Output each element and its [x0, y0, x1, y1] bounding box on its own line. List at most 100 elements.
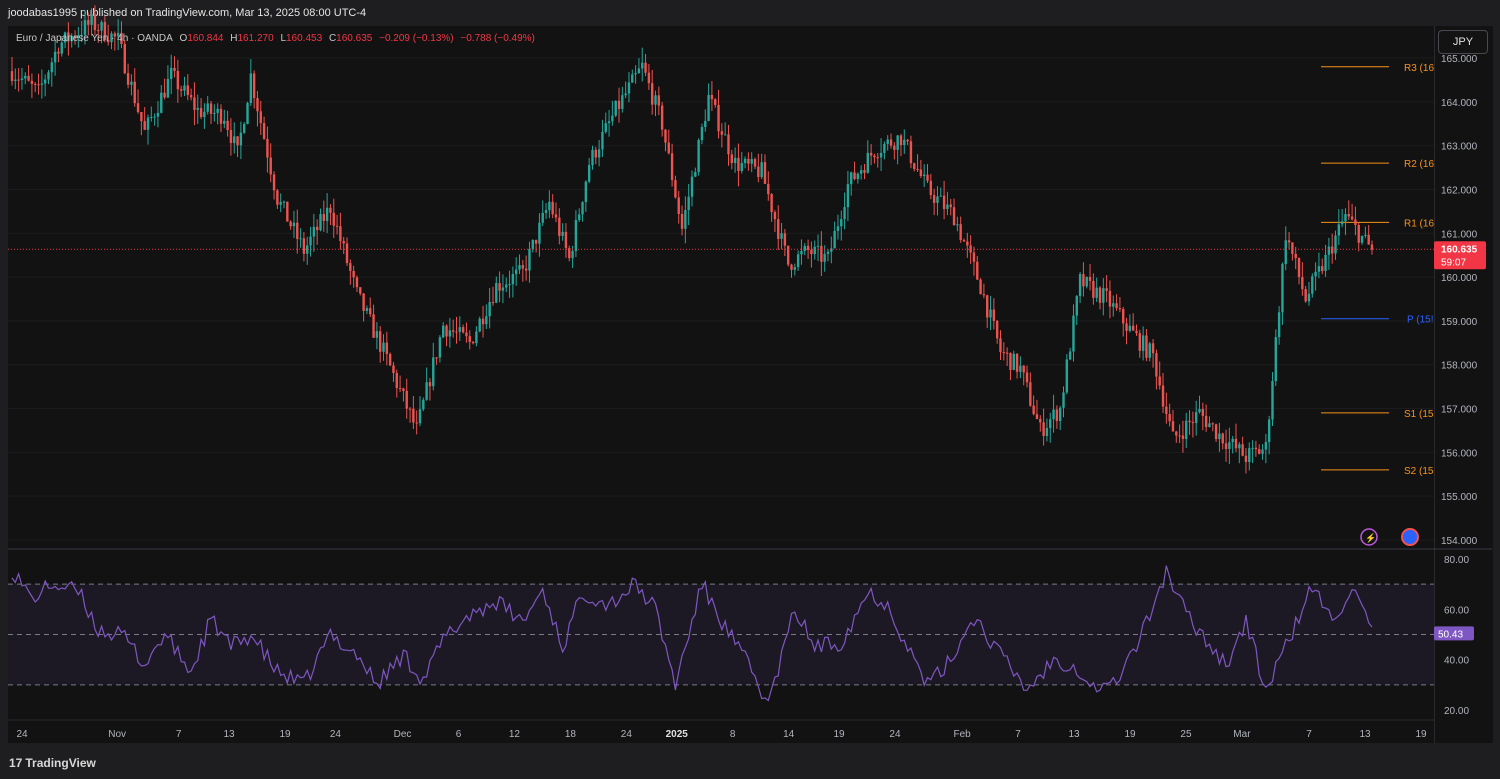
candle-body: [153, 116, 156, 118]
candle-body: [319, 214, 322, 231]
candle-body: [528, 248, 531, 271]
candle-body: [186, 85, 190, 96]
candle-body: [160, 92, 163, 113]
candle-body: [670, 153, 674, 181]
candle-body: [1304, 289, 1307, 302]
candle-body: [650, 83, 654, 105]
candle-body: [1085, 276, 1088, 287]
candle-body: [952, 207, 956, 226]
candle-body: [1291, 242, 1294, 254]
candle-body: [1175, 431, 1178, 436]
candle-body: [1218, 433, 1221, 440]
candle-body: [458, 327, 462, 332]
rsi-tick-label: 40.00: [1444, 656, 1469, 667]
currency-button[interactable]: JPY: [1438, 30, 1488, 54]
pivot-label-r3: R3 (16: [1404, 63, 1434, 74]
candle-body: [1062, 392, 1065, 408]
candle-body: [723, 134, 727, 136]
candle-body: [939, 195, 942, 197]
candle-body: [514, 269, 518, 275]
candle-body: [740, 163, 743, 172]
time-tick-label: 19: [1415, 729, 1427, 740]
candle-body: [1248, 448, 1251, 463]
candle-body: [146, 117, 150, 130]
candle-body: [743, 158, 747, 164]
candle-body: [170, 67, 173, 79]
candle-body: [1307, 293, 1311, 302]
candle-body: [733, 157, 737, 164]
candle-body: [1098, 287, 1102, 303]
candle-body: [757, 166, 760, 178]
candle-body: [717, 104, 720, 132]
candle-body: [1208, 423, 1211, 427]
candle-body: [485, 316, 488, 325]
candle-body: [1168, 413, 1171, 422]
candle-body: [1238, 444, 1241, 449]
candle-body: [1118, 308, 1122, 310]
candle-body: [680, 213, 684, 229]
candle-body: [1082, 274, 1085, 287]
candle-body: [859, 170, 863, 174]
candle-body: [544, 210, 548, 213]
time-tick-label: 8: [730, 729, 736, 740]
candle-body: [1181, 435, 1185, 439]
candle-body: [1360, 235, 1364, 243]
change-value: −0.209 (−0.13%): [379, 33, 454, 44]
candle-body: [810, 249, 813, 255]
time-tick-label: Feb: [954, 729, 972, 740]
candle-body: [531, 239, 534, 249]
candle-body: [126, 73, 130, 85]
symbol-name[interactable]: Euro / Japanese Yen · 4h · OANDA: [16, 33, 173, 44]
rsi-tick-label: 20.00: [1444, 706, 1469, 717]
candle-body: [365, 308, 369, 311]
candle-body: [1194, 412, 1198, 424]
candle-body: [1155, 353, 1158, 377]
candle-body: [286, 201, 289, 222]
footer-bar: [0, 748, 1500, 779]
candle-body: [292, 222, 296, 227]
candle-body: [611, 115, 614, 122]
candle-body: [893, 145, 896, 150]
time-tick-label: 7: [176, 729, 182, 740]
candle-body: [843, 207, 846, 220]
candle-body: [1105, 288, 1108, 291]
candle-body: [179, 89, 183, 91]
candle-body: [538, 222, 541, 244]
candle-body: [932, 194, 936, 203]
candle-body: [992, 309, 996, 321]
candle-body: [1141, 335, 1145, 351]
candle-body: [667, 142, 670, 154]
candle-body: [700, 127, 704, 141]
close-value: 160.635: [336, 33, 373, 44]
candle-body: [279, 201, 282, 205]
time-tick-label: 19: [279, 729, 291, 740]
price-tick-label: 157.000: [1441, 405, 1478, 416]
brand-logo[interactable]: 17 TradingView: [9, 756, 96, 770]
candle-body: [30, 80, 34, 84]
time-tick-label: 7: [1015, 729, 1021, 740]
candle-body: [372, 314, 375, 338]
candle-body: [1058, 407, 1062, 422]
candle-body: [1224, 443, 1228, 449]
candle-body: [140, 111, 143, 122]
candle-body: [14, 79, 17, 82]
candle-body: [982, 294, 986, 296]
candle-body: [352, 270, 355, 278]
candle-body: [213, 112, 216, 114]
candle-body: [1334, 235, 1337, 254]
candle-body: [1241, 444, 1244, 456]
candle-body: [1314, 271, 1317, 277]
candle-body: [607, 121, 611, 124]
candle-body: [883, 143, 886, 153]
candle-body: [541, 212, 544, 223]
candle-body: [1228, 442, 1231, 449]
pivot-label-s1: S1 (15: [1404, 409, 1434, 420]
candle-body: [647, 72, 651, 84]
candle-body: [1274, 337, 1278, 382]
candle-body: [793, 267, 797, 270]
chart-canvas[interactable]: 165.000 164.000 163.000 162.000 161.000 160.0…: [0, 0, 1500, 779]
candle-body: [624, 93, 627, 96]
candle-body: [790, 264, 793, 270]
candle-body: [246, 102, 249, 125]
candle-body: [1165, 406, 1168, 414]
